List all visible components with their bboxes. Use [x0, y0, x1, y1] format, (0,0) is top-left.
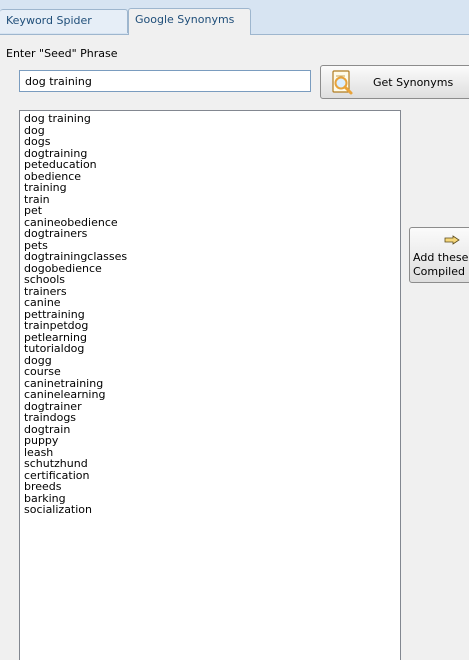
synonym-list-item[interactable]: socialization	[24, 504, 400, 516]
tab-strip: Keyword Spider Google Synonyms	[0, 0, 469, 35]
synonym-list-item[interactable]: peteducation	[24, 159, 400, 171]
synonym-list-item[interactable]: breeds	[24, 481, 400, 493]
synonym-list-item[interactable]: puppy	[24, 435, 400, 447]
synonym-list-item[interactable]: certification	[24, 469, 400, 482]
synonym-list-item[interactable]: dogs	[24, 136, 400, 148]
synonym-list-item[interactable]: traindogs	[24, 412, 400, 424]
synonym-list-item[interactable]: dogg	[24, 354, 400, 367]
tab-google-synonyms[interactable]: Google Synonyms	[128, 8, 251, 35]
synonym-list-item[interactable]: dogtrainers	[24, 228, 400, 240]
synonym-list-item[interactable]: dogtrainer	[24, 400, 400, 413]
synonym-list-item[interactable]: dogobedience	[24, 262, 400, 275]
synonym-list-item[interactable]: course	[24, 366, 400, 378]
synonym-list-item[interactable]: train	[24, 193, 400, 206]
synonym-list-item[interactable]: trainpetdog	[24, 320, 400, 332]
synonyms-listbox[interactable]: dog training dog dogs dogtraining peteducati…	[19, 110, 401, 660]
synonym-list-item[interactable]: dogtrainingclasses	[24, 251, 400, 263]
synonym-list-item[interactable]: dog	[24, 124, 400, 137]
tab-keyword-spider[interactable]: Keyword Spider	[0, 9, 128, 33]
synonym-list-item[interactable]: pet	[24, 205, 400, 217]
synonym-list-item[interactable]: schutzhund	[24, 458, 400, 470]
add-button-label-line1: Add these	[413, 251, 469, 264]
synonym-list-item[interactable]: tutorialdog	[24, 343, 400, 355]
add-button-label-line2: Compiled l	[413, 265, 469, 278]
magnifier-document-icon	[332, 70, 353, 95]
synonym-list-item[interactable]: training	[24, 182, 400, 194]
synonym-list-item[interactable]: dogtrain	[24, 423, 400, 436]
seed-phrase-input[interactable]	[19, 70, 311, 92]
synonym-list-item[interactable]: dog training	[24, 113, 400, 125]
synonym-list-item[interactable]: obedience	[24, 170, 400, 183]
get-synonyms-label: Get Synonyms	[373, 76, 454, 89]
get-synonyms-button[interactable]: Get Synonyms	[320, 65, 469, 99]
add-to-compiled-list-button[interactable]: Add these Compiled l	[409, 227, 469, 283]
synonym-list-item[interactable]: canine	[24, 297, 400, 309]
pointing-hand-icon	[444, 235, 460, 245]
synonym-list-item[interactable]: caninelearning	[24, 389, 400, 401]
synonym-list-item[interactable]: schools	[24, 274, 400, 286]
synonym-list-item[interactable]: trainers	[24, 285, 400, 298]
seed-phrase-label: Enter "Seed" Phrase	[6, 47, 118, 60]
